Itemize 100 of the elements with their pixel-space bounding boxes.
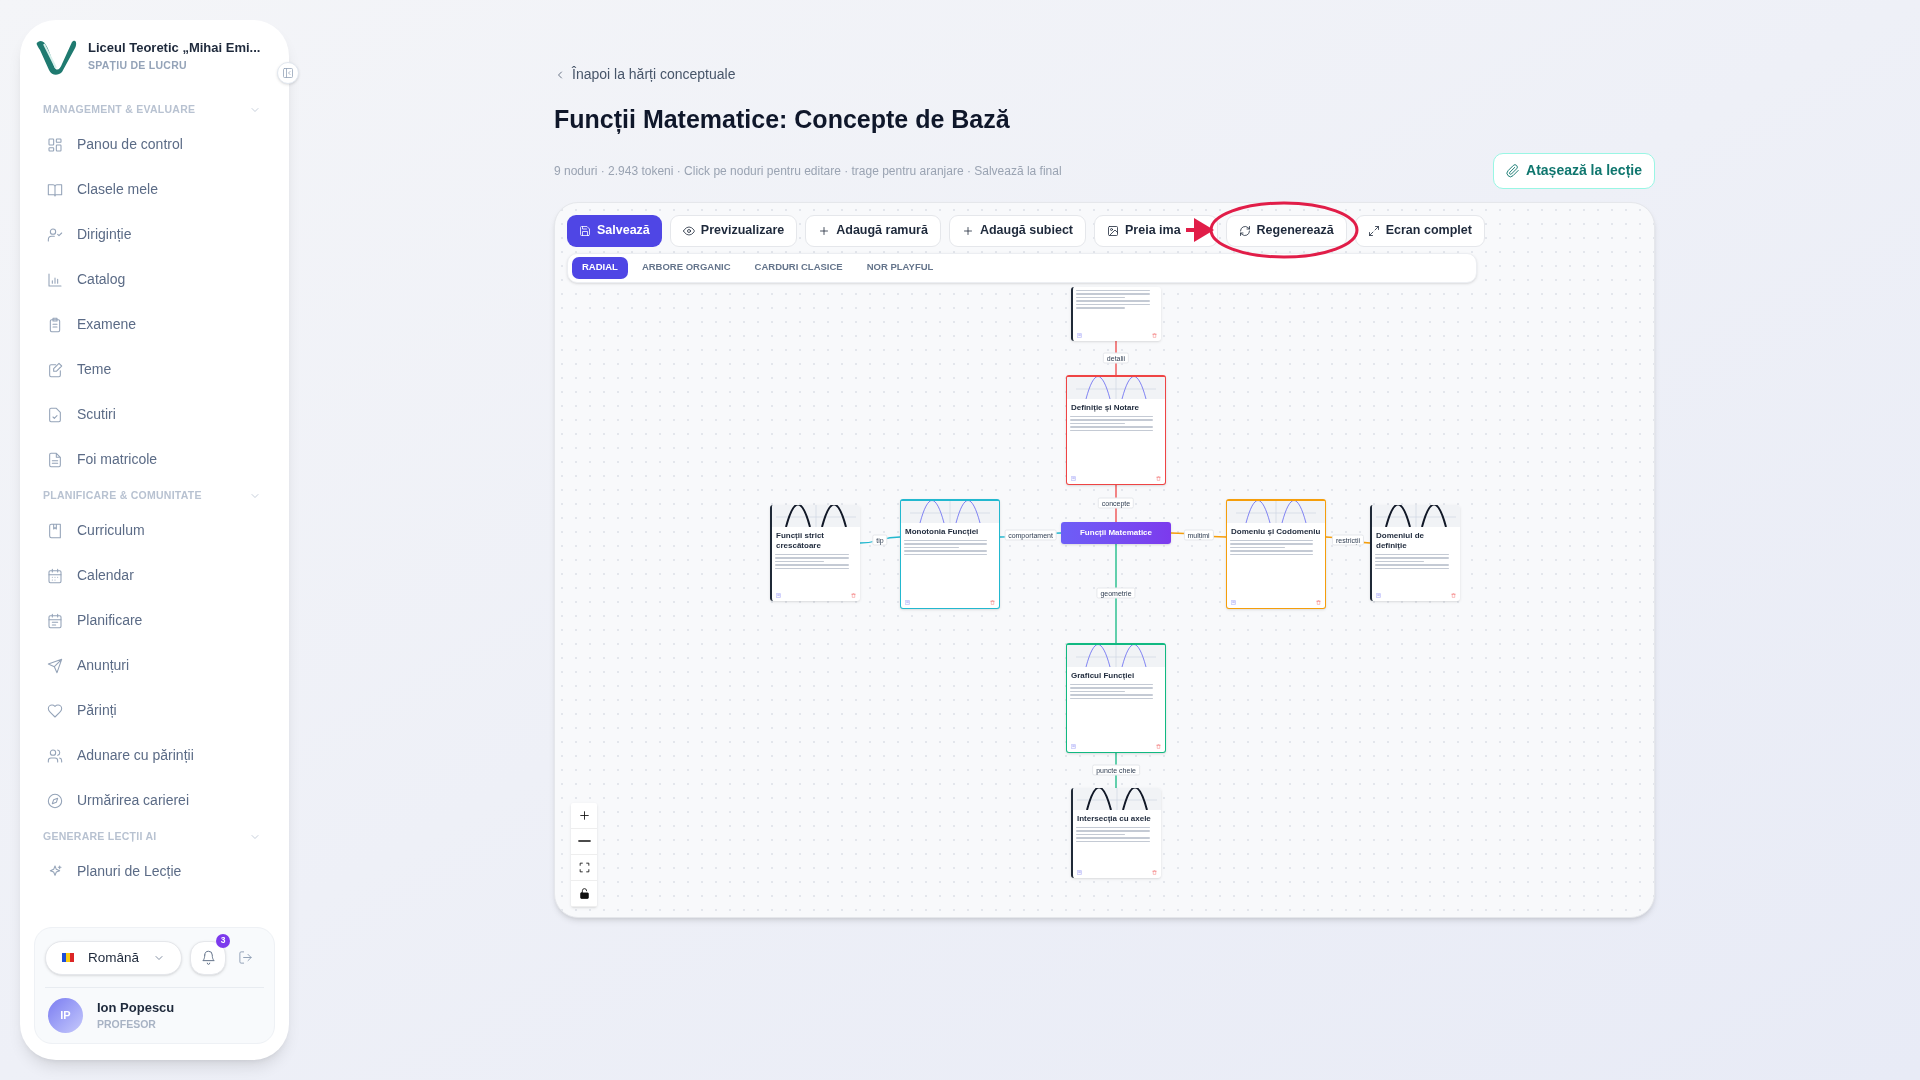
nav-item[interactable]: Clasele mele [20, 167, 289, 212]
language-selector[interactable]: Română [45, 940, 183, 975]
layout-tab[interactable]: CARDURI CLASICE [744, 256, 853, 279]
map-node[interactable]: Domeniul de definiție [1370, 504, 1460, 601]
edit-icon [905, 599, 910, 605]
image-icon [1107, 224, 1119, 237]
trash-icon [1152, 332, 1157, 338]
save-icon [579, 224, 591, 237]
nav-item[interactable]: Panou de control [20, 122, 289, 167]
image-button[interactable]: Preia ima [1094, 214, 1218, 247]
edit-icon [1071, 743, 1076, 749]
flag-icon [62, 951, 74, 964]
user-role: PROFESOR [97, 1017, 157, 1033]
notification-count: 3 [216, 933, 231, 948]
nav-item[interactable]: Foi matricole [20, 437, 289, 482]
edit-icon [1077, 332, 1082, 338]
nav-icon [47, 702, 63, 719]
nav-item[interactable]: Diriginție [20, 212, 289, 257]
regenerate-button[interactable]: Regenerează [1225, 214, 1347, 247]
trash-icon [1152, 869, 1157, 875]
attach-lesson-button[interactable]: Atașează la lecție [1493, 152, 1655, 189]
nav-item[interactable]: Adunare cu părinții [20, 733, 289, 778]
section-heading: MANAGEMENT & EVALUARE [43, 102, 196, 118]
trash-icon [1156, 475, 1161, 481]
nav-item[interactable]: Catalog [20, 257, 289, 302]
zoom-in-icon [577, 808, 591, 822]
nav-item[interactable]: Urmărirea carierei [20, 778, 289, 823]
trash-icon [990, 599, 995, 605]
nav-item[interactable]: Planuri de Lecție [20, 849, 289, 894]
map-node[interactable]: Funcții strict crescătoare [770, 504, 860, 601]
plus-icon [961, 224, 974, 237]
node-title: Domeniul de definiție [1375, 530, 1425, 551]
map-node[interactable]: Intersecția cu axele [1071, 787, 1161, 878]
nav-icon [47, 406, 63, 423]
nav-icon [47, 451, 63, 468]
node-title: Monotonia Funcției [904, 526, 980, 537]
nav-item[interactable]: Calendar [20, 553, 289, 598]
node-title: Definiție și Notare [1070, 402, 1140, 413]
edit-icon [1376, 592, 1381, 598]
nav-icon [47, 136, 63, 153]
logout-icon [238, 950, 254, 966]
nav-item[interactable]: Curriculum [20, 508, 289, 553]
nav-icon [47, 361, 63, 378]
trash-icon [851, 592, 856, 598]
map-node[interactable]: Definiție și Notare [1066, 374, 1166, 485]
nav-item[interactable]: Teme [20, 347, 289, 392]
fullscreen-button[interactable]: Ecran complet [1354, 214, 1485, 247]
save-button[interactable]: Salvează [567, 214, 662, 247]
trash-icon [1451, 592, 1456, 598]
add-button[interactable]: Adaugă subiect [948, 214, 1086, 247]
nav-icon [47, 316, 63, 333]
nav-item[interactable]: Anunțuri [20, 643, 289, 688]
nav-icon [47, 522, 63, 539]
map-node[interactable] [1071, 286, 1161, 341]
workspace-label: SPAȚIU DE LUCRU [88, 57, 188, 73]
edit-icon [1071, 475, 1076, 481]
map-node[interactable]: Domeniu și Codomeniu [1226, 498, 1326, 609]
nav-icon [47, 612, 63, 629]
bell-icon [200, 950, 216, 966]
nav-icon [47, 747, 63, 764]
user-name: Ion Popescu [97, 998, 175, 1017]
lock-icon [577, 886, 591, 900]
avatar: IP [48, 997, 83, 1033]
page-title: Funcții Matematice: Concepte de Bază [554, 104, 1011, 136]
nav-icon [47, 271, 63, 288]
nav-icon [47, 181, 63, 198]
edit-icon [1077, 869, 1082, 875]
map-node[interactable]: Monotonia Funcției [900, 498, 1000, 609]
fit-view-icon [577, 860, 591, 874]
node-title: Domeniu și Codomeniu [1230, 526, 1322, 537]
node-title: Graficul Funcției [1070, 670, 1136, 681]
add-button[interactable]: Adaugă ramură [805, 214, 941, 247]
edit-icon [776, 592, 781, 598]
layout-tab[interactable]: ARBORE ORGANIC [631, 256, 741, 279]
preview-button[interactable]: Previzualizare [669, 214, 798, 247]
nav-item[interactable]: Scutiri [20, 392, 289, 437]
eye-icon [682, 224, 695, 237]
nav-icon [47, 657, 63, 674]
nav-icon [47, 226, 63, 243]
map-node[interactable]: Graficul Funcției [1066, 642, 1166, 753]
nav-icon [47, 567, 63, 584]
trash-icon [1316, 599, 1321, 605]
back-link[interactable]: Înapoi la hărți conceptuale [554, 64, 1655, 85]
nav-item[interactable]: Examene [20, 302, 289, 347]
expand-icon [1367, 224, 1380, 237]
school-name: Liceul Teoretic „Mihai Emi... [88, 39, 261, 58]
trash-icon [1156, 743, 1161, 749]
layout-tab[interactable]: RADIAL [572, 256, 628, 279]
node-title: Funcții strict crescătoare [775, 530, 825, 551]
central-node[interactable]: Funcții Matematice [1061, 521, 1171, 544]
layout-tab[interactable]: NOR PLAYFUL [856, 256, 944, 279]
paperclip-icon [1506, 163, 1521, 178]
plus-icon [818, 224, 831, 237]
nav-item[interactable]: Părinți [20, 688, 289, 733]
node-title: Intersecția cu axele [1076, 813, 1152, 824]
nav-item[interactable]: Planificare [20, 598, 289, 643]
nav-icon [47, 792, 63, 809]
refresh-icon [1238, 224, 1251, 237]
section-heading: GENERARE LECȚII AI [43, 829, 157, 845]
page-subtitle: 9 noduri · 2.943 tokeni · Click pe noduri pentru editare · trage pentru aranjare · Salvează la final [554, 162, 1062, 180]
